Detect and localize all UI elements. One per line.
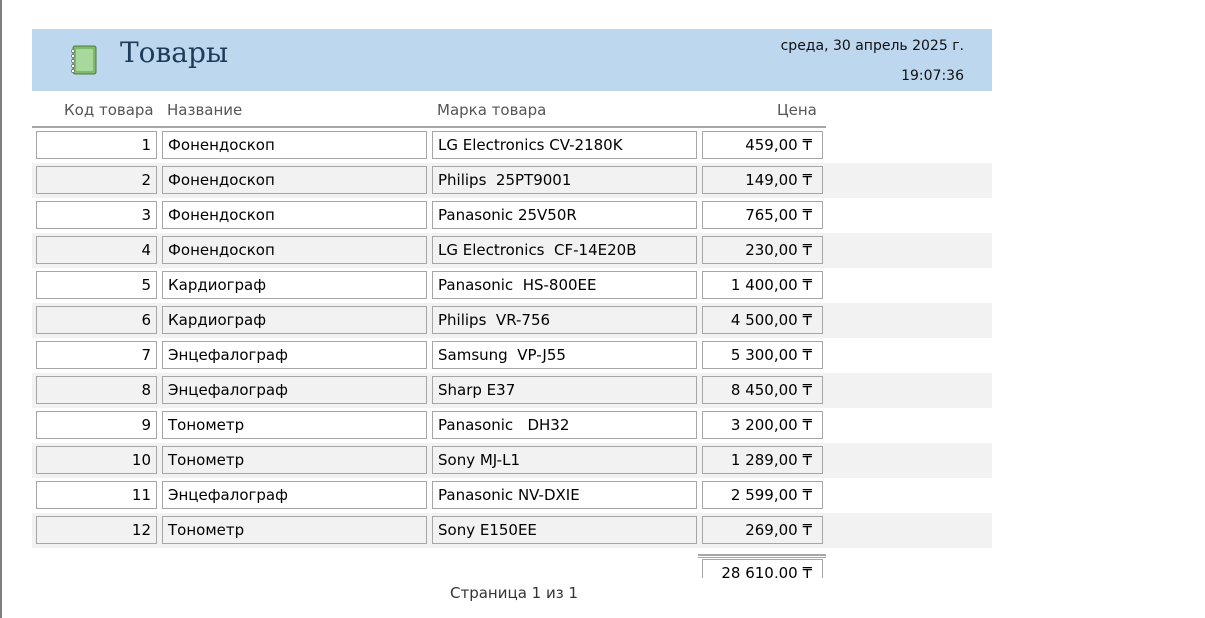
cell-price: 3 200,00 ₸ xyxy=(702,411,823,439)
cell-name: Тонометр xyxy=(162,446,427,474)
cell-id: 12 xyxy=(36,516,157,544)
cell-brand: Sony MJ-L1 xyxy=(432,446,697,474)
cell-price: 269,00 ₸ xyxy=(702,516,823,544)
cell-id: 5 xyxy=(36,271,157,299)
cell-price: 765,00 ₸ xyxy=(702,201,823,229)
table-row: 9 Тонометр Panasonic DH32 3 200,00 ₸ xyxy=(32,408,992,443)
cell-brand: Panasonic DH32 xyxy=(432,411,697,439)
total-divider xyxy=(698,554,826,556)
total-divider-secondary xyxy=(698,557,826,558)
cell-name: Энцефалограф xyxy=(162,376,427,404)
cell-price: 1 289,00 ₸ xyxy=(702,446,823,474)
cell-name: Энцефалограф xyxy=(162,481,427,509)
report-header: Товары среда, 30 апрель 2025 г. 19:07:36 xyxy=(32,29,992,91)
cell-brand: Sharp E37 xyxy=(432,376,697,404)
cell-name: Фонендоскоп xyxy=(162,201,427,229)
column-header-brand: Марка товара xyxy=(437,101,547,119)
cell-brand: Panasonic NV-DXIE xyxy=(432,481,697,509)
cell-price: 459,00 ₸ xyxy=(702,131,823,159)
total-container: 28 610,00 ₸ xyxy=(702,559,823,578)
total-price: 28 610,00 ₸ xyxy=(702,559,823,578)
cell-name: Кардиограф xyxy=(162,306,427,334)
cell-name: Кардиограф xyxy=(162,271,427,299)
cell-id: 7 xyxy=(36,341,157,369)
table-row: 7 Энцефалограф Samsung VP-J55 5 300,00 ₸ xyxy=(32,338,992,373)
report-title: Товары xyxy=(120,36,229,69)
cell-id: 11 xyxy=(36,481,157,509)
table-row: 11 Энцефалограф Panasonic NV-DXIE 2 599,00 … xyxy=(32,478,992,513)
cell-price: 149,00 ₸ xyxy=(702,166,823,194)
cell-brand: Samsung VP-J55 xyxy=(432,341,697,369)
table-row: 5 Кардиограф Panasonic HS-800EE 1 400,00 ₸ xyxy=(32,268,992,303)
cell-name: Фонендоскоп xyxy=(162,131,427,159)
cell-brand: LG Electronics CV-2180K xyxy=(432,131,697,159)
table-row: 6 Кардиограф Philips VR-756 4 500,00 ₸ xyxy=(32,303,992,338)
page-number: Страница 1 из 1 xyxy=(450,584,578,602)
cell-brand: Panasonic HS-800EE xyxy=(432,271,697,299)
table-row: 4 Фонендоскоп LG Electronics CF-14E20B 230,… xyxy=(32,233,992,268)
notebook-icon xyxy=(71,45,97,75)
cell-id: 1 xyxy=(36,131,157,159)
report-time: 19:07:36 xyxy=(901,68,964,84)
table-row: 10 Тонометр Sony MJ-L1 1 289,00 ₸ xyxy=(32,443,992,478)
cell-brand: Philips VR-756 xyxy=(432,306,697,334)
cell-id: 9 xyxy=(36,411,157,439)
cell-name: Фонендоскоп xyxy=(162,236,427,264)
cell-price: 4 500,00 ₸ xyxy=(702,306,823,334)
table-row: 12 Тонометр Sony E150EE 269,00 ₸ xyxy=(32,513,992,548)
cell-brand: Philips 25PT9001 xyxy=(432,166,697,194)
cell-price: 1 400,00 ₸ xyxy=(702,271,823,299)
cell-brand: Sony E150EE xyxy=(432,516,697,544)
cell-brand: LG Electronics CF-14E20B xyxy=(432,236,697,264)
cell-id: 2 xyxy=(36,166,157,194)
table-row: 3 Фонендоскоп Panasonic 25V50R 765,00 ₸ xyxy=(32,198,992,233)
cell-id: 6 xyxy=(36,306,157,334)
cell-price: 230,00 ₸ xyxy=(702,236,823,264)
window-left-border xyxy=(0,0,2,618)
cell-id: 8 xyxy=(36,376,157,404)
cell-id: 3 xyxy=(36,201,157,229)
cell-name: Тонометр xyxy=(162,516,427,544)
column-header-price: Цена xyxy=(777,101,817,119)
table-row: 8 Энцефалограф Sharp E37 8 450,00 ₸ xyxy=(32,373,992,408)
column-header-id: Код товара xyxy=(64,101,154,119)
table-row: 1 Фонендоскоп LG Electronics CV-2180K 459,0… xyxy=(32,128,992,163)
cell-price: 5 300,00 ₸ xyxy=(702,341,823,369)
cell-id: 10 xyxy=(36,446,157,474)
table-row: 2 Фонендоскоп Philips 25PT9001 149,00 ₸ xyxy=(32,163,992,198)
cell-name: Энцефалограф xyxy=(162,341,427,369)
report-date: среда, 30 апрель 2025 г. xyxy=(780,38,964,54)
column-header-name: Название xyxy=(167,101,243,119)
cell-id: 4 xyxy=(36,236,157,264)
cell-brand: Panasonic 25V50R xyxy=(432,201,697,229)
cell-name: Фонендоскоп xyxy=(162,166,427,194)
cell-price: 8 450,00 ₸ xyxy=(702,376,823,404)
cell-price: 2 599,00 ₸ xyxy=(702,481,823,509)
cell-name: Тонометр xyxy=(162,411,427,439)
